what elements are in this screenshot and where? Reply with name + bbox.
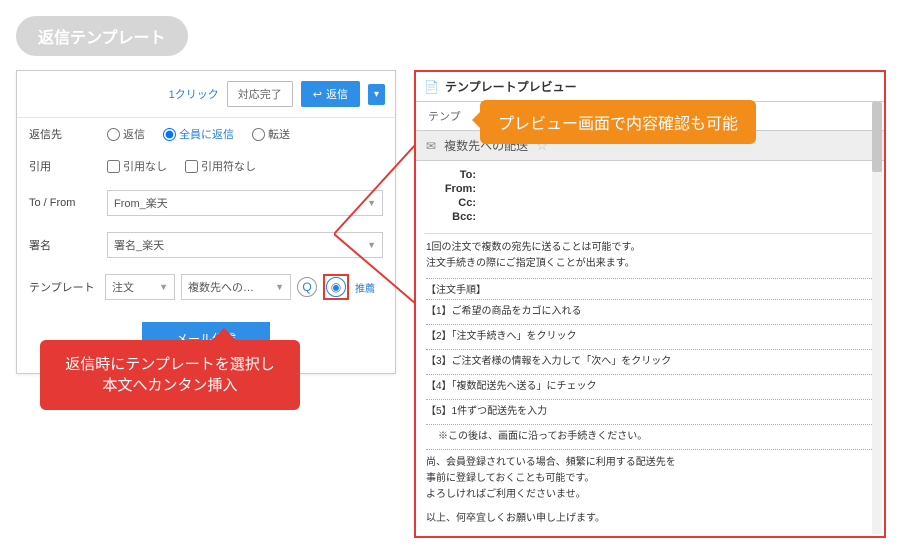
preview-title: テンプレートプレビュー xyxy=(445,78,577,95)
preview-header: 📄 テンプレートプレビュー xyxy=(416,72,884,102)
page-title-pill: 返信テンプレート xyxy=(16,16,188,56)
chevron-down-icon: ▼ xyxy=(159,282,168,292)
one-click-link[interactable]: 1クリック xyxy=(169,86,219,102)
body-step-5: 【5】1件ずつ配送先を入力 xyxy=(426,399,874,424)
body-step-4: 【4】「複数配送先へ送る」にチェック xyxy=(426,374,874,399)
reply-button[interactable]: ↩ 返信 xyxy=(301,81,360,107)
done-button[interactable]: 対応完了 xyxy=(227,81,293,107)
body-step-1: 【1】ご希望の商品をカゴに入れる xyxy=(426,299,874,324)
preview-header-fields: To: From: Cc: Bcc: xyxy=(416,161,884,233)
tofrom-label: To / From xyxy=(29,197,99,209)
annotation-red: 返信時にテンプレートを選択し 本文へカンタン挿入 xyxy=(40,340,300,410)
body-step-3: 【3】ご注文者様の情報を入力して「次へ」をクリック xyxy=(426,349,874,374)
check-no-quote[interactable]: 引用なし xyxy=(107,158,167,174)
panel-toolbar: 1クリック 対応完了 ↩ 返信 ▾ xyxy=(17,71,395,118)
dest-label: 返信先 xyxy=(29,126,99,142)
field-bcc-label: Bcc: xyxy=(426,211,476,223)
quote-label: 引用 xyxy=(29,158,99,174)
radio-reply[interactable]: 返信 xyxy=(107,126,145,142)
sig-value: 署名_楽天 xyxy=(114,237,164,253)
connector-line xyxy=(334,234,418,236)
body-intro2: 注文手続きの際にご指定頂くことが出来ます。 xyxy=(426,256,874,272)
body-para1a: 尚、会員登録されている場合、頻繁に利用する配送先を xyxy=(426,455,874,471)
reply-dropdown-button[interactable]: ▾ xyxy=(368,84,385,105)
body-note: ※この後は、画面に沿ってお手続きください。 xyxy=(426,424,874,449)
tpl-name-value: 複数先への… xyxy=(188,279,254,295)
document-icon: 📄 xyxy=(424,80,439,94)
tpl-label: テンプレート xyxy=(29,279,99,295)
field-cc-label: Cc: xyxy=(426,197,476,209)
radio-reply-all[interactable]: 全員に返信 xyxy=(163,126,234,142)
tofrom-value: From_楽天 xyxy=(114,195,168,211)
body-step-2: 【2】「注文手続きへ」をクリック xyxy=(426,324,874,349)
annotation-orange: プレビュー画面で内容確認も可能 xyxy=(480,100,756,144)
chevron-down-icon: ▾ xyxy=(374,89,379,100)
preview-scrollbar[interactable] xyxy=(872,102,882,534)
field-to-label: To: xyxy=(426,169,476,181)
chevron-down-icon: ▼ xyxy=(275,282,284,292)
tpl-category-value: 注文 xyxy=(112,279,134,295)
tpl-name-select[interactable]: 複数先への… ▼ xyxy=(181,274,291,300)
body-para1c: よろしければご利用くださいませ。 xyxy=(426,487,874,503)
body-intro1: 1回の注文で複数の宛先に送ることは可能です。 xyxy=(426,240,874,256)
mail-icon: ✉ xyxy=(426,139,436,153)
preview-template-prefix: テンプ xyxy=(428,111,461,123)
body-para2: 以上、何卒宜しくお願い申し上げます。 xyxy=(426,511,874,527)
body-para1b: 事前に登録しておくことも可能です。 xyxy=(426,471,874,487)
search-icon: Q xyxy=(302,280,311,294)
body-steps-header: 【注文手順】 xyxy=(426,278,874,299)
annotation-red-line1: 返信時にテンプレートを選択し xyxy=(48,354,292,375)
sig-label: 署名 xyxy=(29,237,99,253)
preview-body[interactable]: 1回の注文で複数の宛先に送ることは可能です。 注文手続きの際にご指定頂くことが出… xyxy=(424,233,876,538)
field-from-label: From: xyxy=(426,183,476,195)
scrollbar-thumb[interactable] xyxy=(872,102,882,172)
reply-button-label: 返信 xyxy=(326,86,348,102)
check-no-mark[interactable]: 引用符なし xyxy=(185,158,256,174)
annotation-red-line2: 本文へカンタン挿入 xyxy=(48,375,292,396)
tpl-search-button[interactable]: Q xyxy=(297,277,317,297)
tpl-category-select[interactable]: 注文 ▼ xyxy=(105,274,175,300)
radio-forward[interactable]: 転送 xyxy=(252,126,290,142)
reply-arrow-icon: ↩ xyxy=(313,88,322,101)
